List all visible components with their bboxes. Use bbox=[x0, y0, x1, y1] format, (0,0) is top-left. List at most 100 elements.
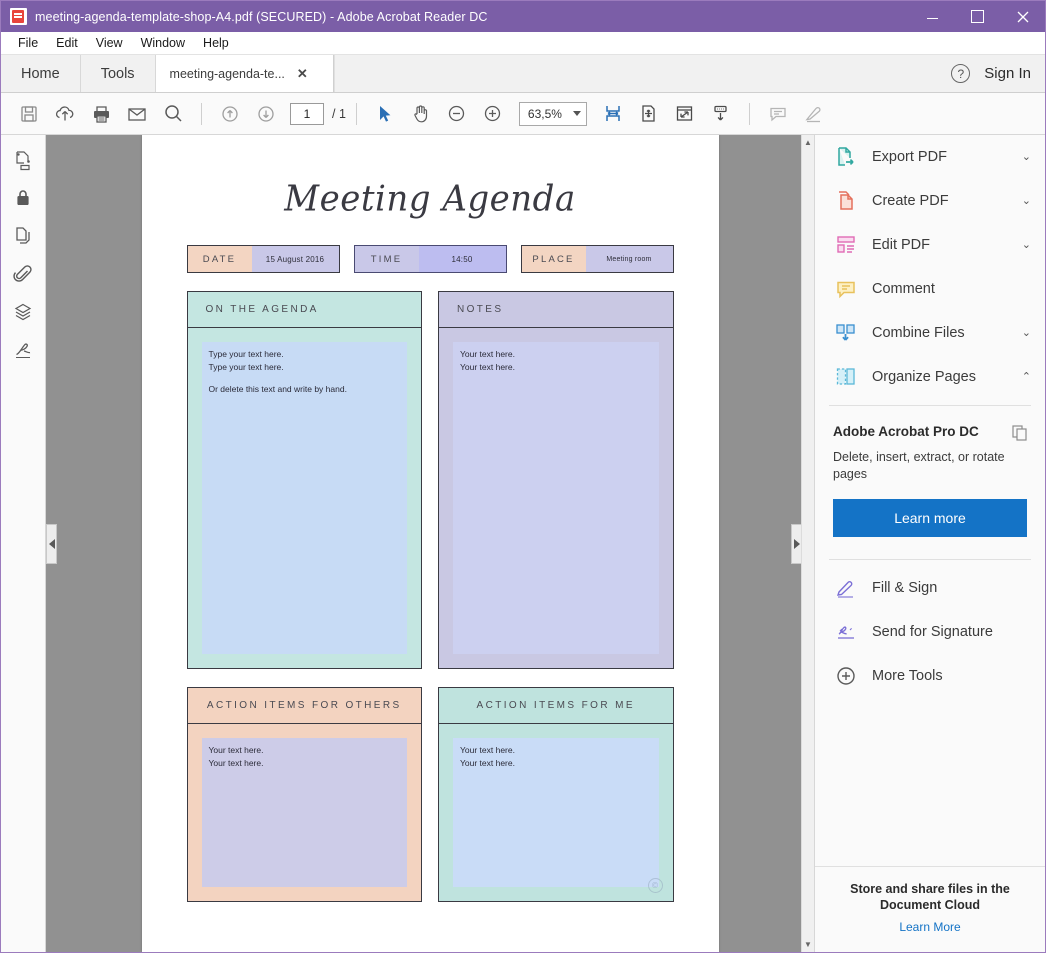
tool-combine-files[interactable]: Combine Files ⌄ bbox=[815, 311, 1045, 355]
action-others-text-field[interactable]: Your text here. Your text here. bbox=[201, 738, 407, 887]
promo-title: Adobe Acrobat Pro DC bbox=[833, 424, 979, 439]
maximize-button[interactable] bbox=[955, 1, 1000, 32]
tool-create-pdf[interactable]: Create PDF ⌄ bbox=[815, 179, 1045, 223]
learn-more-button[interactable]: Learn more bbox=[833, 499, 1027, 537]
close-icon[interactable]: ✕ bbox=[297, 67, 308, 80]
comment-icon[interactable] bbox=[760, 99, 796, 129]
toolbar-separator-3 bbox=[748, 102, 750, 125]
tab-document[interactable]: meeting-agenda-te... ✕ bbox=[155, 55, 334, 92]
action-me-title: ACTION ITEMS FOR ME bbox=[476, 700, 635, 711]
menu-help[interactable]: Help bbox=[194, 33, 238, 53]
place-value[interactable]: Meeting room bbox=[585, 246, 673, 272]
chevron-down-icon[interactable]: ⌄ bbox=[1022, 151, 1031, 163]
page-number-input[interactable]: 1 bbox=[290, 102, 324, 125]
hand-icon[interactable] bbox=[403, 99, 439, 129]
scroll-down-button[interactable]: ▼ bbox=[804, 937, 812, 952]
menu-window[interactable]: Window bbox=[132, 33, 194, 53]
select-cursor-icon[interactable] bbox=[367, 99, 403, 129]
comment-bubble-icon bbox=[833, 276, 859, 302]
place-field-box[interactable]: PLACE Meeting room bbox=[520, 245, 674, 273]
sign-in-button[interactable]: Sign In bbox=[984, 65, 1031, 82]
footer-learn-more-link[interactable]: Learn More bbox=[899, 920, 960, 934]
save-icon[interactable] bbox=[11, 99, 47, 129]
chevron-down-icon[interactable]: ⌄ bbox=[1022, 327, 1031, 339]
notes-box: NOTES Your text here. Your text here. bbox=[438, 291, 674, 669]
main-boxes-row: ON THE AGENDA Type your text here. Type … bbox=[186, 291, 674, 669]
highlight-icon[interactable] bbox=[796, 99, 832, 129]
action-others-title: ACTION ITEMS FOR OTHERS bbox=[206, 700, 402, 711]
notes-text-field[interactable]: Your text here. Your text here. bbox=[453, 342, 659, 654]
combine-files-icon bbox=[833, 320, 859, 346]
collapse-left-panel-button[interactable] bbox=[46, 523, 57, 564]
footer-line-1: Store and share files in the bbox=[850, 882, 1010, 896]
security-lock-icon[interactable] bbox=[10, 185, 36, 211]
action-others-body: Your text here. Your text here. bbox=[188, 724, 422, 901]
plus-circle-icon bbox=[833, 663, 859, 689]
action-me-text-field[interactable]: Your text here. Your text here. bbox=[453, 738, 659, 887]
email-icon[interactable] bbox=[119, 99, 155, 129]
tab-home[interactable]: Home bbox=[1, 55, 81, 92]
edit-pdf-icon bbox=[833, 232, 859, 258]
full-screen-icon[interactable] bbox=[667, 99, 703, 129]
time-value[interactable]: 14:50 bbox=[418, 246, 506, 272]
tool-fill-and-sign[interactable]: Fill & Sign bbox=[815, 566, 1045, 610]
upload-cloud-icon[interactable] bbox=[47, 99, 83, 129]
signature-icon[interactable] bbox=[10, 337, 36, 363]
scroll-up-button[interactable]: ▲ bbox=[804, 135, 812, 150]
time-field-box[interactable]: TIME 14:50 bbox=[353, 245, 507, 273]
menu-view[interactable]: View bbox=[87, 33, 132, 53]
tab-bar: Home Tools meeting-agenda-te... ✕ ? Sign… bbox=[1, 55, 1045, 93]
send-for-signature-icon bbox=[833, 619, 859, 645]
chevron-down-icon[interactable]: ⌄ bbox=[1022, 195, 1031, 207]
minimize-button[interactable] bbox=[910, 1, 955, 32]
chevron-up-icon[interactable]: ⌃ bbox=[1022, 371, 1031, 383]
tools-panel: Export PDF ⌄ Create PDF ⌄ Edit PDF ⌄ Com… bbox=[814, 135, 1045, 952]
tool-combine-files-label: Combine Files bbox=[872, 325, 965, 341]
action-me-body: Your text here. Your text here. © bbox=[439, 724, 673, 901]
zoom-in-icon[interactable] bbox=[475, 99, 511, 129]
tool-edit-pdf[interactable]: Edit PDF ⌄ bbox=[815, 223, 1045, 267]
tool-comment[interactable]: Comment bbox=[815, 267, 1045, 311]
previous-page-icon[interactable] bbox=[212, 99, 248, 129]
tool-export-pdf[interactable]: Export PDF ⌄ bbox=[815, 135, 1045, 179]
acrobat-app-icon bbox=[10, 8, 27, 25]
menu-edit[interactable]: Edit bbox=[47, 33, 87, 53]
zoom-out-icon[interactable] bbox=[439, 99, 475, 129]
print-icon[interactable] bbox=[83, 99, 119, 129]
fit-page-icon[interactable] bbox=[631, 99, 667, 129]
agenda-text-field[interactable]: Type your text here. Type your text here… bbox=[201, 342, 407, 654]
fit-width-icon[interactable] bbox=[595, 99, 631, 129]
tool-organize-pages[interactable]: Organize Pages ⌃ bbox=[815, 355, 1045, 399]
attachments-paperclip-icon[interactable] bbox=[10, 261, 36, 287]
chevron-down-icon[interactable]: ⌄ bbox=[1022, 239, 1031, 251]
date-value[interactable]: 15 August 2016 bbox=[251, 246, 339, 272]
next-page-icon[interactable] bbox=[248, 99, 284, 129]
title-bar: meeting-agenda-template-shop-A4.pdf (SEC… bbox=[1, 1, 1045, 32]
pages-icon[interactable] bbox=[10, 223, 36, 249]
agenda-box: ON THE AGENDA Type your text here. Type … bbox=[186, 291, 422, 669]
close-button[interactable] bbox=[1000, 1, 1045, 32]
tab-tools[interactable]: Tools bbox=[80, 55, 156, 92]
scroll-mode-icon[interactable] bbox=[703, 99, 739, 129]
acrobat-pro-promo: Adobe Acrobat Pro DC Delete, insert, ext… bbox=[815, 412, 1045, 553]
date-label: DATE bbox=[187, 246, 252, 272]
window-title: meeting-agenda-template-shop-A4.pdf (SEC… bbox=[35, 9, 488, 24]
zoom-level-select[interactable]: 63,5% bbox=[518, 101, 587, 126]
menu-file[interactable]: File bbox=[9, 33, 47, 53]
document-scrollbar[interactable]: ▲ ▼ bbox=[801, 135, 814, 952]
date-field-box[interactable]: DATE 15 August 2016 bbox=[186, 245, 340, 273]
agenda-line-2: Type your text here. bbox=[208, 361, 284, 372]
action-others-line-2: Your text here. bbox=[208, 757, 264, 768]
help-icon[interactable]: ? bbox=[951, 64, 971, 83]
page-thumbnails-icon[interactable] bbox=[10, 147, 36, 173]
tool-comment-label: Comment bbox=[872, 281, 935, 297]
tool-edit-pdf-label: Edit PDF bbox=[872, 237, 931, 253]
document-viewport[interactable]: Meeting Agenda DATE 15 August 2016 TIME … bbox=[46, 135, 814, 952]
place-label: PLACE bbox=[521, 246, 586, 272]
search-icon[interactable] bbox=[155, 99, 191, 129]
action-others-line-1: Your text here. bbox=[208, 745, 264, 755]
tool-more-tools[interactable]: More Tools bbox=[815, 654, 1045, 698]
tab-bar-actions: ? Sign In bbox=[951, 55, 1045, 92]
tool-send-for-signature[interactable]: Send for Signature bbox=[815, 610, 1045, 654]
layers-icon[interactable] bbox=[10, 299, 36, 325]
